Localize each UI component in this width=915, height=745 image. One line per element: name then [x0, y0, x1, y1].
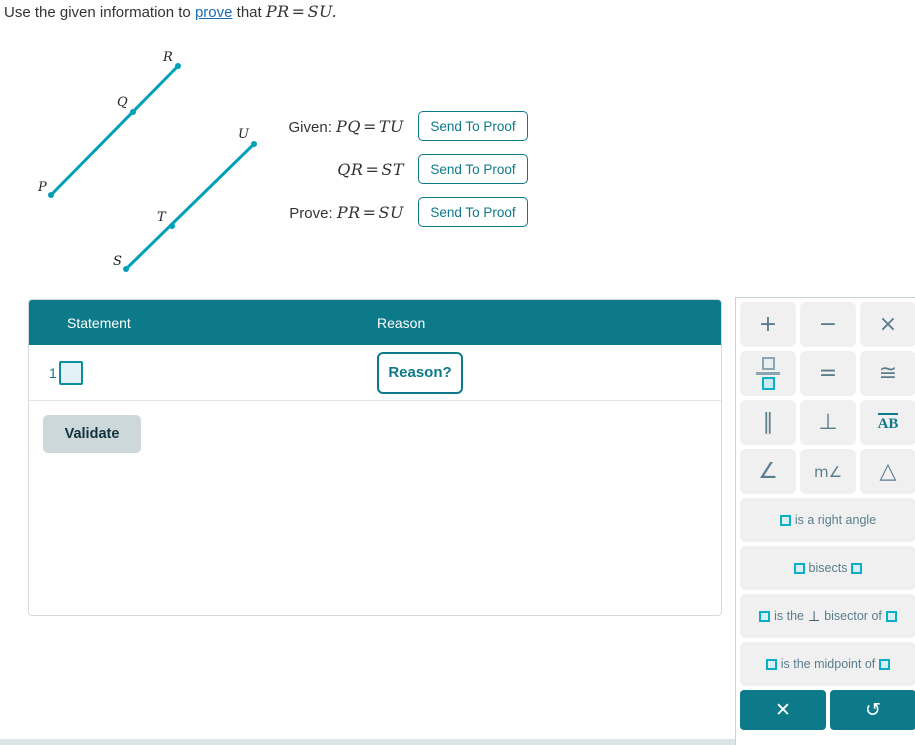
equals-key[interactable]: =: [800, 351, 856, 396]
right-angle-phrase-label: is a right angle: [794, 513, 877, 527]
undo-button[interactable]: ↺: [830, 690, 915, 730]
prompt-period: .: [331, 2, 338, 21]
given-row-3-left: PR: [336, 202, 361, 222]
keypad-symbol-grid: + − × = ≅ ∥ ⊥ AB ∠ m∠ △: [740, 302, 915, 494]
proof-table-header: Statement Reason: [29, 300, 721, 345]
statement-cell: 1: [29, 360, 377, 385]
placeholder-box-icon: [765, 658, 777, 670]
placeholder-box-icon: [885, 610, 897, 622]
midpoint-phrase-key[interactable]: is the midpoint of: [740, 642, 915, 686]
row-number: 1: [49, 364, 57, 381]
validate-button[interactable]: Validate: [43, 415, 141, 453]
placeholder-box-icon: [879, 658, 891, 670]
placeholder-box-icon: [793, 562, 805, 574]
point-p-dot: [48, 192, 54, 198]
geometry-figure: P Q R S T U: [0, 32, 300, 287]
keypad-phrase-list: is a right angle bisects is the ⊥ bisect…: [740, 498, 915, 686]
prompt-statement: PR = SU.: [266, 2, 337, 21]
parallel-key[interactable]: ∥: [740, 400, 796, 445]
column-header-statement: Statement: [67, 314, 131, 331]
given-row-1-text: Given: PQ = TU: [289, 117, 404, 136]
plus-key[interactable]: +: [740, 302, 796, 347]
fraction-denominator-box: [761, 377, 775, 390]
given-label: Given:: [288, 118, 332, 136]
send-to-proof-button-3[interactable]: Send To Proof: [418, 197, 528, 227]
given-row-2-eq: =: [365, 159, 380, 179]
send-to-proof-button-2[interactable]: Send To Proof: [418, 154, 528, 184]
prove-link[interactable]: prove: [195, 4, 233, 21]
keypad-action-row: ✕ ↺: [740, 690, 915, 730]
point-label-u: U: [238, 127, 250, 142]
right-angle-phrase-key[interactable]: is a right angle: [740, 498, 915, 542]
point-u-dot: [251, 141, 257, 147]
given-row-1-left: PQ: [336, 116, 361, 136]
prompt-statement-left: PR: [265, 2, 290, 21]
placeholder-box-icon: [851, 562, 863, 574]
fraction-numerator-box: [761, 357, 775, 370]
prompt-line: Use the given information to prove that …: [4, 2, 337, 21]
given-row-2-right: ST: [381, 159, 404, 179]
perpendicular-icon: ⊥: [808, 607, 821, 624]
bottom-strip: [0, 739, 735, 745]
measure-angle-key[interactable]: m∠: [800, 449, 856, 494]
placeholder-box-icon: [779, 514, 791, 526]
measure-angle-label: m∠: [813, 462, 843, 481]
given-row-3-text: Prove: PR = SU: [289, 203, 404, 222]
column-header-reason: Reason: [377, 314, 426, 331]
proof-table: Statement Reason 1 Reason? Validate: [28, 299, 722, 616]
point-label-p: P: [37, 180, 47, 195]
point-q-dot: [130, 109, 136, 115]
fraction-bar: [756, 372, 780, 375]
table-row: 1 Reason?: [29, 345, 721, 401]
prompt-text-after: that: [236, 4, 262, 21]
point-label-s: S: [113, 254, 122, 269]
math-keypad-panel: + − × = ≅ ∥ ⊥ AB ∠ m∠ △ is a right angle…: [735, 297, 915, 745]
segment-pr: [49, 64, 180, 197]
bisects-phrase-key[interactable]: bisects: [740, 546, 915, 590]
validate-area: Validate: [29, 401, 721, 453]
given-row-3: Prove: PR = SU Send To Proof: [278, 197, 528, 227]
perp-bisector-phrase-key[interactable]: is the ⊥ bisector of: [740, 594, 915, 638]
prompt-statement-right: SU: [307, 2, 332, 21]
midpoint-phrase-label: is the midpoint of: [780, 657, 876, 671]
given-row-1: Given: PQ = TU Send To Proof: [278, 111, 528, 141]
given-row-3-right: SU: [378, 202, 404, 222]
given-prove-block: Given: PQ = TU Send To Proof QR = ST Send To…: [278, 111, 528, 241]
perp-bisector-phrase-label-b: bisector of: [824, 609, 882, 623]
statement-input[interactable]: [59, 360, 83, 385]
triangle-key[interactable]: △: [860, 449, 915, 494]
prompt-text-before: Use the given information to: [4, 4, 191, 21]
segment-key[interactable]: AB: [860, 400, 915, 445]
point-r-dot: [175, 63, 181, 69]
congruent-key[interactable]: ≅: [860, 351, 915, 396]
minus-key[interactable]: −: [800, 302, 856, 347]
given-row-1-eq: =: [362, 116, 377, 136]
reason-cell: Reason?: [377, 351, 721, 394]
point-s-dot: [123, 266, 129, 272]
angle-key[interactable]: ∠: [740, 449, 796, 494]
segment-su: [124, 142, 256, 271]
clear-button[interactable]: ✕: [740, 690, 826, 730]
given-row-2-text: QR = ST: [337, 160, 404, 179]
given-row-2-left: QR: [337, 159, 364, 179]
placeholder-box-icon: [759, 610, 771, 622]
point-t-dot: [169, 223, 175, 229]
perp-bisector-phrase-label-a: is the: [774, 609, 804, 623]
fraction-key[interactable]: [740, 351, 796, 396]
segment-key-label: AB: [877, 412, 899, 433]
given-row-3-eq: =: [362, 202, 377, 222]
fraction-icon: [756, 357, 780, 390]
prompt-statement-eq: =: [291, 2, 306, 21]
point-label-r: R: [162, 50, 173, 65]
multiply-key[interactable]: ×: [860, 302, 915, 347]
point-label-t: T: [157, 210, 167, 225]
point-label-q: Q: [117, 95, 128, 110]
prove-label: Prove:: [289, 204, 333, 222]
send-to-proof-button-1[interactable]: Send To Proof: [418, 111, 528, 141]
perpendicular-key[interactable]: ⊥: [800, 400, 856, 445]
given-row-2: QR = ST Send To Proof: [278, 154, 528, 184]
bisects-phrase-label: bisects: [808, 561, 848, 575]
given-row-1-right: TU: [378, 116, 404, 136]
reason-button[interactable]: Reason?: [377, 351, 463, 394]
